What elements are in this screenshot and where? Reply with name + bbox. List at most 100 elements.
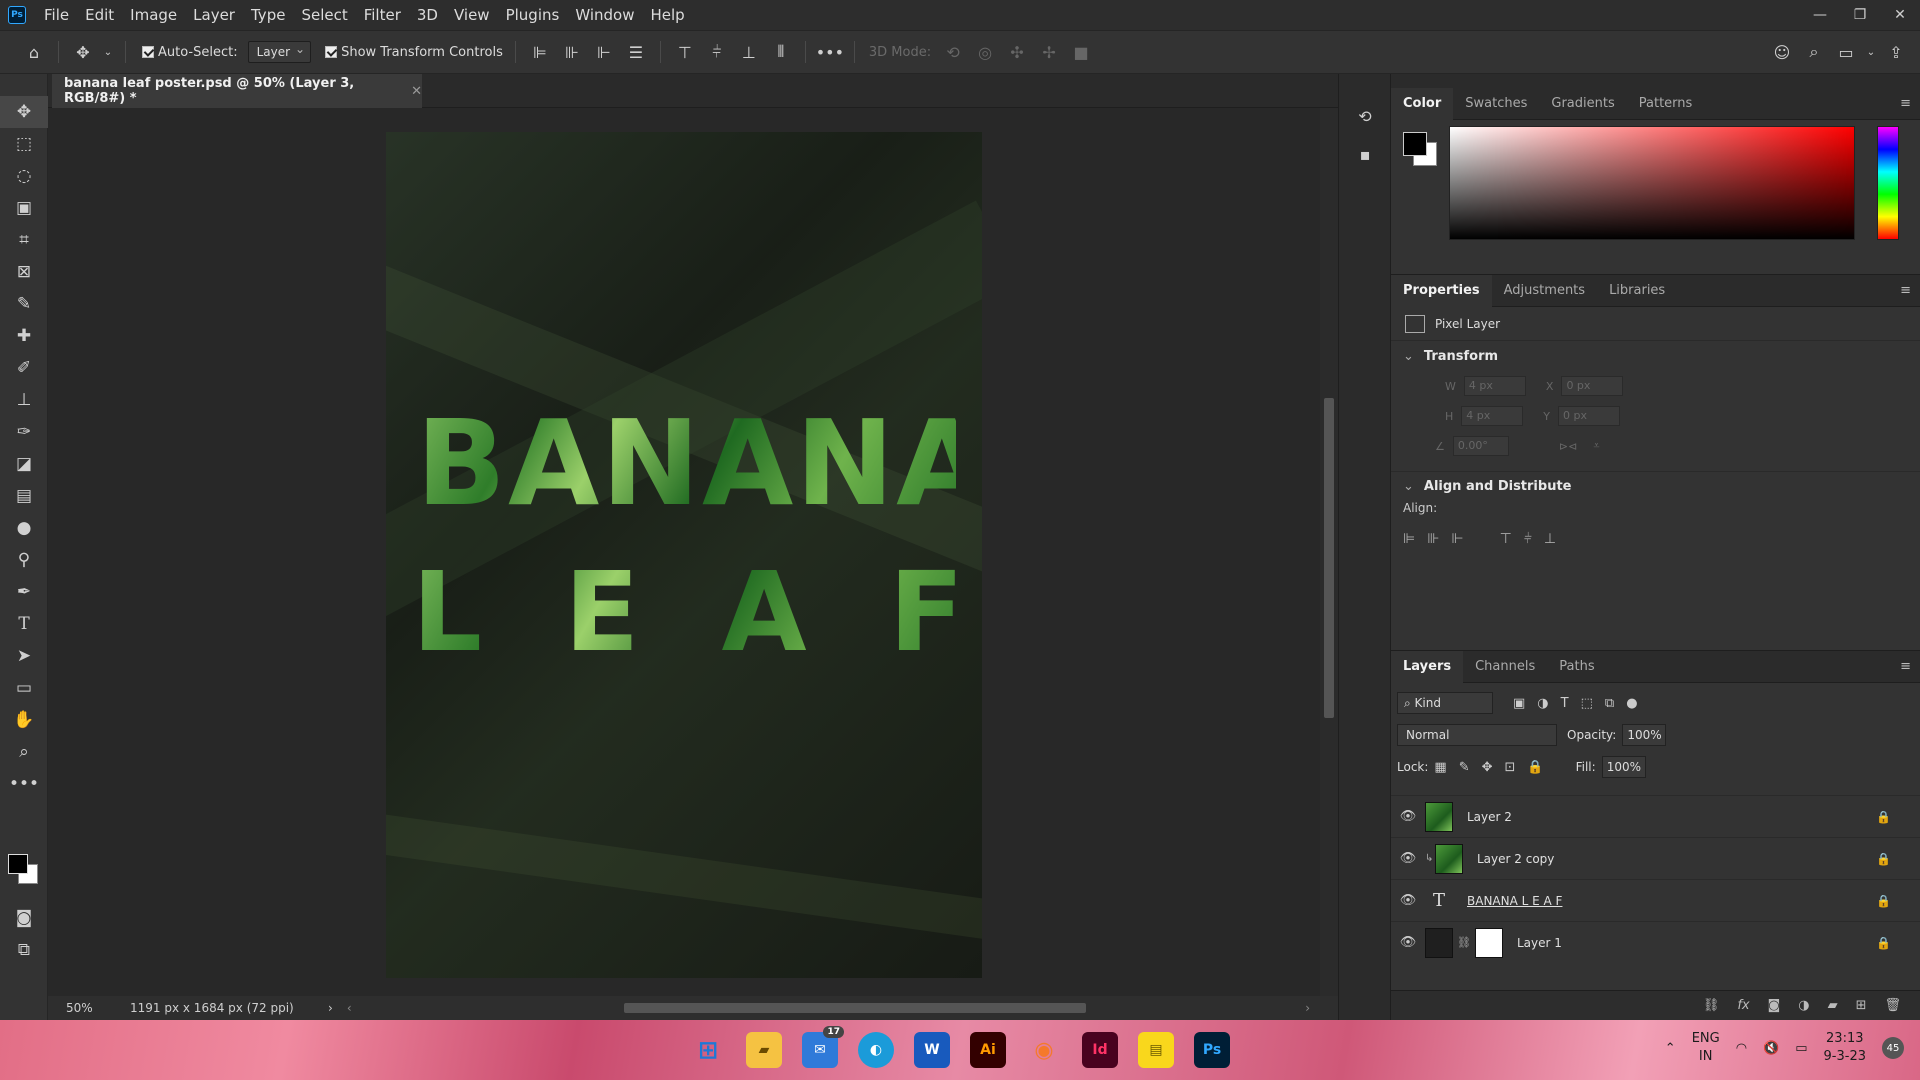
fill-field[interactable]: 100% [1601, 756, 1646, 778]
chevron-down-icon[interactable]: ⌄ [1403, 479, 1414, 494]
menu-type[interactable]: Type [243, 0, 293, 30]
share-user-icon[interactable]: ☺ [1770, 40, 1794, 64]
opacity-field[interactable]: 100% [1622, 724, 1667, 746]
wifi-icon[interactable]: ◠ [1736, 1041, 1747, 1056]
foreground-color-swatch[interactable] [1403, 132, 1427, 156]
distribute-vertical-icon[interactable]: ☰ [624, 40, 648, 64]
add-mask-icon[interactable]: ◙ [1768, 998, 1781, 1013]
new-layer-icon[interactable]: ⊞ [1856, 998, 1867, 1013]
y-field[interactable]: 0 px [1558, 406, 1621, 426]
file-explorer-icon[interactable]: ▰ [746, 1032, 782, 1068]
menu-select[interactable]: Select [293, 0, 355, 30]
adjustment-layer-icon[interactable]: ◑ [1798, 998, 1809, 1013]
history-icon[interactable]: ⟲ [1345, 100, 1385, 132]
lock-all-icon[interactable]: 🔒 [1527, 760, 1543, 775]
align-left-edges-icon[interactable]: ⊫ [1403, 531, 1415, 547]
tab-adjustments[interactable]: Adjustments [1492, 275, 1597, 307]
menu-help[interactable]: Help [642, 0, 692, 30]
search-icon[interactable]: ⌕ [1802, 40, 1826, 64]
image-filter-icon[interactable]: ▣ [1513, 696, 1525, 711]
hue-slider[interactable] [1877, 126, 1899, 240]
menu-edit[interactable]: Edit [77, 0, 122, 30]
blender-icon[interactable]: ◉ [1026, 1032, 1062, 1068]
hand-tool-icon[interactable]: ✋ [0, 704, 48, 736]
marquee-tool-icon[interactable]: ⬚ [0, 128, 48, 160]
shape-filter-icon[interactable]: ⬚ [1581, 696, 1593, 711]
panel-menu-icon[interactable]: ≡ [1900, 659, 1911, 674]
align-vertical-centers-icon[interactable]: ⫩ [705, 40, 729, 64]
new-group-icon[interactable]: ▰ [1828, 998, 1838, 1013]
object-selection-tool-icon[interactable]: ▣ [0, 192, 48, 224]
kind-filter-dropdown[interactable]: ⌕ Kind [1397, 692, 1493, 714]
show-transform-checkbox[interactable] [325, 46, 338, 58]
poster-canvas[interactable]: B A N A N A L E A F [386, 132, 982, 978]
quick-mask-icon[interactable]: ◙ [0, 902, 48, 934]
layer-row[interactable]: 👁 Layer 2 🔒 [1391, 795, 1920, 837]
language-indicator[interactable]: ENG IN [1692, 1030, 1720, 1066]
distribute-horizontal-icon[interactable]: ⫴ [769, 40, 793, 64]
healing-brush-tool-icon[interactable]: ✚ [0, 320, 48, 352]
foreground-color-swatch[interactable] [8, 854, 28, 874]
close-icon[interactable]: ✕ [1880, 0, 1920, 30]
align-right-edges-icon[interactable]: ⊩ [592, 40, 616, 64]
volume-muted-icon[interactable]: 🔇 [1763, 1041, 1779, 1056]
share-icon[interactable]: ⇪ [1884, 40, 1908, 64]
screen-mode-icon[interactable]: ⧉ [0, 934, 48, 966]
tab-paths[interactable]: Paths [1547, 651, 1606, 683]
auto-select-dropdown[interactable]: Layer [247, 39, 312, 63]
align-right-edges-icon[interactable]: ⊩ [1451, 531, 1463, 547]
document-tab[interactable]: banana leaf poster.psd @ 50% (Layer 3, R… [52, 74, 422, 108]
smart-object-filter-icon[interactable]: ⧉ [1605, 696, 1614, 711]
brush-tool-icon[interactable]: ✐ [0, 352, 48, 384]
blend-mode-dropdown[interactable]: Normal [1397, 724, 1557, 746]
scrollbar-thumb[interactable] [1324, 398, 1334, 718]
fx-icon[interactable]: fx [1737, 998, 1749, 1013]
close-tab-icon[interactable]: ✕ [411, 84, 422, 99]
lock-position-icon[interactable]: ✥ [1482, 760, 1493, 775]
sticky-notes-icon[interactable]: ▤ [1138, 1032, 1174, 1068]
width-field[interactable]: 4 px [1463, 376, 1526, 396]
angle-field[interactable]: 0.00° [1452, 436, 1509, 456]
type-tool-icon[interactable]: T [0, 608, 48, 640]
transform-section-header[interactable]: ⌄ Transform [1391, 341, 1920, 371]
tab-swatches[interactable]: Swatches [1453, 88, 1539, 120]
chevron-up-icon[interactable]: ⌃ [1665, 1041, 1676, 1056]
align-section-header[interactable]: ⌄ Align and Distribute [1391, 471, 1920, 501]
color-spectrum[interactable] [1449, 126, 1855, 240]
chevron-right-icon[interactable]: › [328, 1001, 333, 1015]
lasso-tool-icon[interactable]: ◌ [0, 160, 48, 192]
lock-transparent-icon[interactable]: ▦ [1434, 760, 1446, 775]
zoom-level[interactable]: 50% [48, 1001, 108, 1015]
battery-icon[interactable]: ▭ [1795, 1041, 1807, 1056]
panel-menu-icon[interactable]: ≡ [1900, 96, 1911, 111]
mail-icon[interactable]: ✉ 17 [802, 1026, 844, 1068]
tab-color[interactable]: Color [1391, 87, 1454, 120]
photoshop-icon[interactable]: Ps [1194, 1032, 1230, 1068]
path-selection-tool-icon[interactable]: ➤ [0, 640, 48, 672]
filter-toggle-icon[interactable]: ● [1626, 696, 1637, 711]
visibility-eye-icon[interactable]: 👁 [1391, 851, 1425, 866]
height-field[interactable]: 4 px [1461, 406, 1524, 426]
menu-view[interactable]: View [446, 0, 498, 30]
delete-layer-icon[interactable]: 🗑 [1884, 998, 1901, 1013]
auto-select-checkbox[interactable] [142, 46, 154, 58]
flip-horizontal-icon[interactable]: ⊳⊲ [1559, 440, 1577, 453]
workspace-icon[interactable]: ▭ [1834, 40, 1858, 64]
notification-badge[interactable]: 45 [1882, 1037, 1904, 1059]
comments-icon[interactable]: ▪ [1345, 138, 1385, 170]
minimize-icon[interactable]: — [1800, 0, 1840, 30]
tab-patterns[interactable]: Patterns [1627, 88, 1705, 120]
menu-plugins[interactable]: Plugins [498, 0, 568, 30]
home-icon[interactable]: ⌂ [22, 40, 46, 64]
move-tool-icon[interactable]: ✥ [71, 40, 95, 64]
align-horizontal-centers-icon[interactable]: ⊪ [1427, 531, 1439, 547]
tab-layers[interactable]: Layers [1391, 650, 1464, 683]
vertical-scrollbar[interactable] [1320, 108, 1338, 996]
visibility-eye-icon[interactable]: 👁 [1391, 809, 1425, 824]
layer-row[interactable]: 👁 ↳ Layer 2 copy 🔒 [1391, 837, 1920, 879]
menu-layer[interactable]: Layer [185, 0, 243, 30]
menu-3d[interactable]: 3D [409, 0, 446, 30]
menu-filter[interactable]: Filter [356, 0, 409, 30]
history-brush-tool-icon[interactable]: ✑ [0, 416, 48, 448]
align-bottom-edges-icon[interactable]: ⊥ [1544, 531, 1556, 547]
